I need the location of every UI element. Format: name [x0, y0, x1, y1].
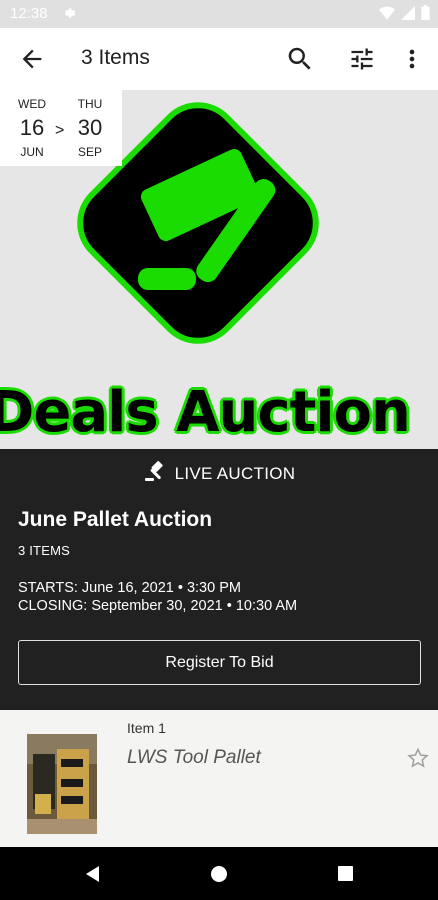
wifi-icon [379, 6, 395, 25]
item-number: Item 1 [127, 720, 166, 736]
start-date: WED 16 JUN [12, 97, 52, 159]
auction-start-time: STARTS: June 16, 2021 • 3:30 PM [18, 580, 241, 596]
end-day: 30 [77, 115, 103, 140]
live-auction-label: LIVE AUCTION [174, 463, 296, 483]
status-bar: 12:38 [0, 0, 438, 28]
more-vert-icon[interactable] [402, 45, 422, 73]
status-time: 12:38 [10, 5, 48, 22]
star-outline-icon[interactable] [407, 747, 429, 769]
banner-text: : Deals Auction [0, 380, 411, 445]
list-item[interactable]: Item 1 LWS Tool Pallet [0, 710, 438, 847]
date-range-card: WED 16 JUN > THU 30 SEP [0, 90, 122, 166]
home-circle-icon[interactable] [210, 865, 228, 888]
back-triangle-icon[interactable] [84, 865, 102, 888]
end-month: SEP [77, 145, 102, 159]
register-to-bid-button[interactable]: Register To Bid [18, 640, 421, 685]
gavel-icon [143, 459, 167, 488]
start-month: JUN [20, 145, 44, 159]
item-thumbnail [27, 734, 97, 834]
start-day: 16 [19, 115, 45, 140]
battery-icon [421, 5, 430, 25]
end-dow: THU [77, 97, 103, 111]
signal-icon [401, 5, 415, 25]
system-nav-bar [0, 847, 438, 900]
live-auction-row: LIVE AUCTION [0, 459, 438, 488]
app-bar: 3 Items [0, 28, 438, 90]
recents-square-icon[interactable] [337, 865, 354, 887]
date-separator: > [55, 122, 65, 139]
end-date: THU 30 SEP [70, 97, 110, 159]
gear-icon [62, 6, 76, 25]
auction-closing-time: CLOSING: September 30, 2021 • 10:30 AM [18, 598, 298, 614]
start-dow: WED [18, 97, 46, 111]
back-arrow-icon[interactable] [18, 45, 46, 73]
filter-sliders-icon[interactable] [348, 45, 376, 73]
search-icon[interactable] [285, 44, 315, 74]
auction-info-panel: LIVE AUCTION June Pallet Auction 3 ITEMS… [0, 449, 438, 710]
page-title: 3 Items [81, 46, 150, 69]
item-name[interactable]: LWS Tool Pallet [127, 747, 261, 769]
auction-title: June Pallet Auction [18, 508, 213, 531]
items-count: 3 ITEMS [18, 543, 70, 558]
